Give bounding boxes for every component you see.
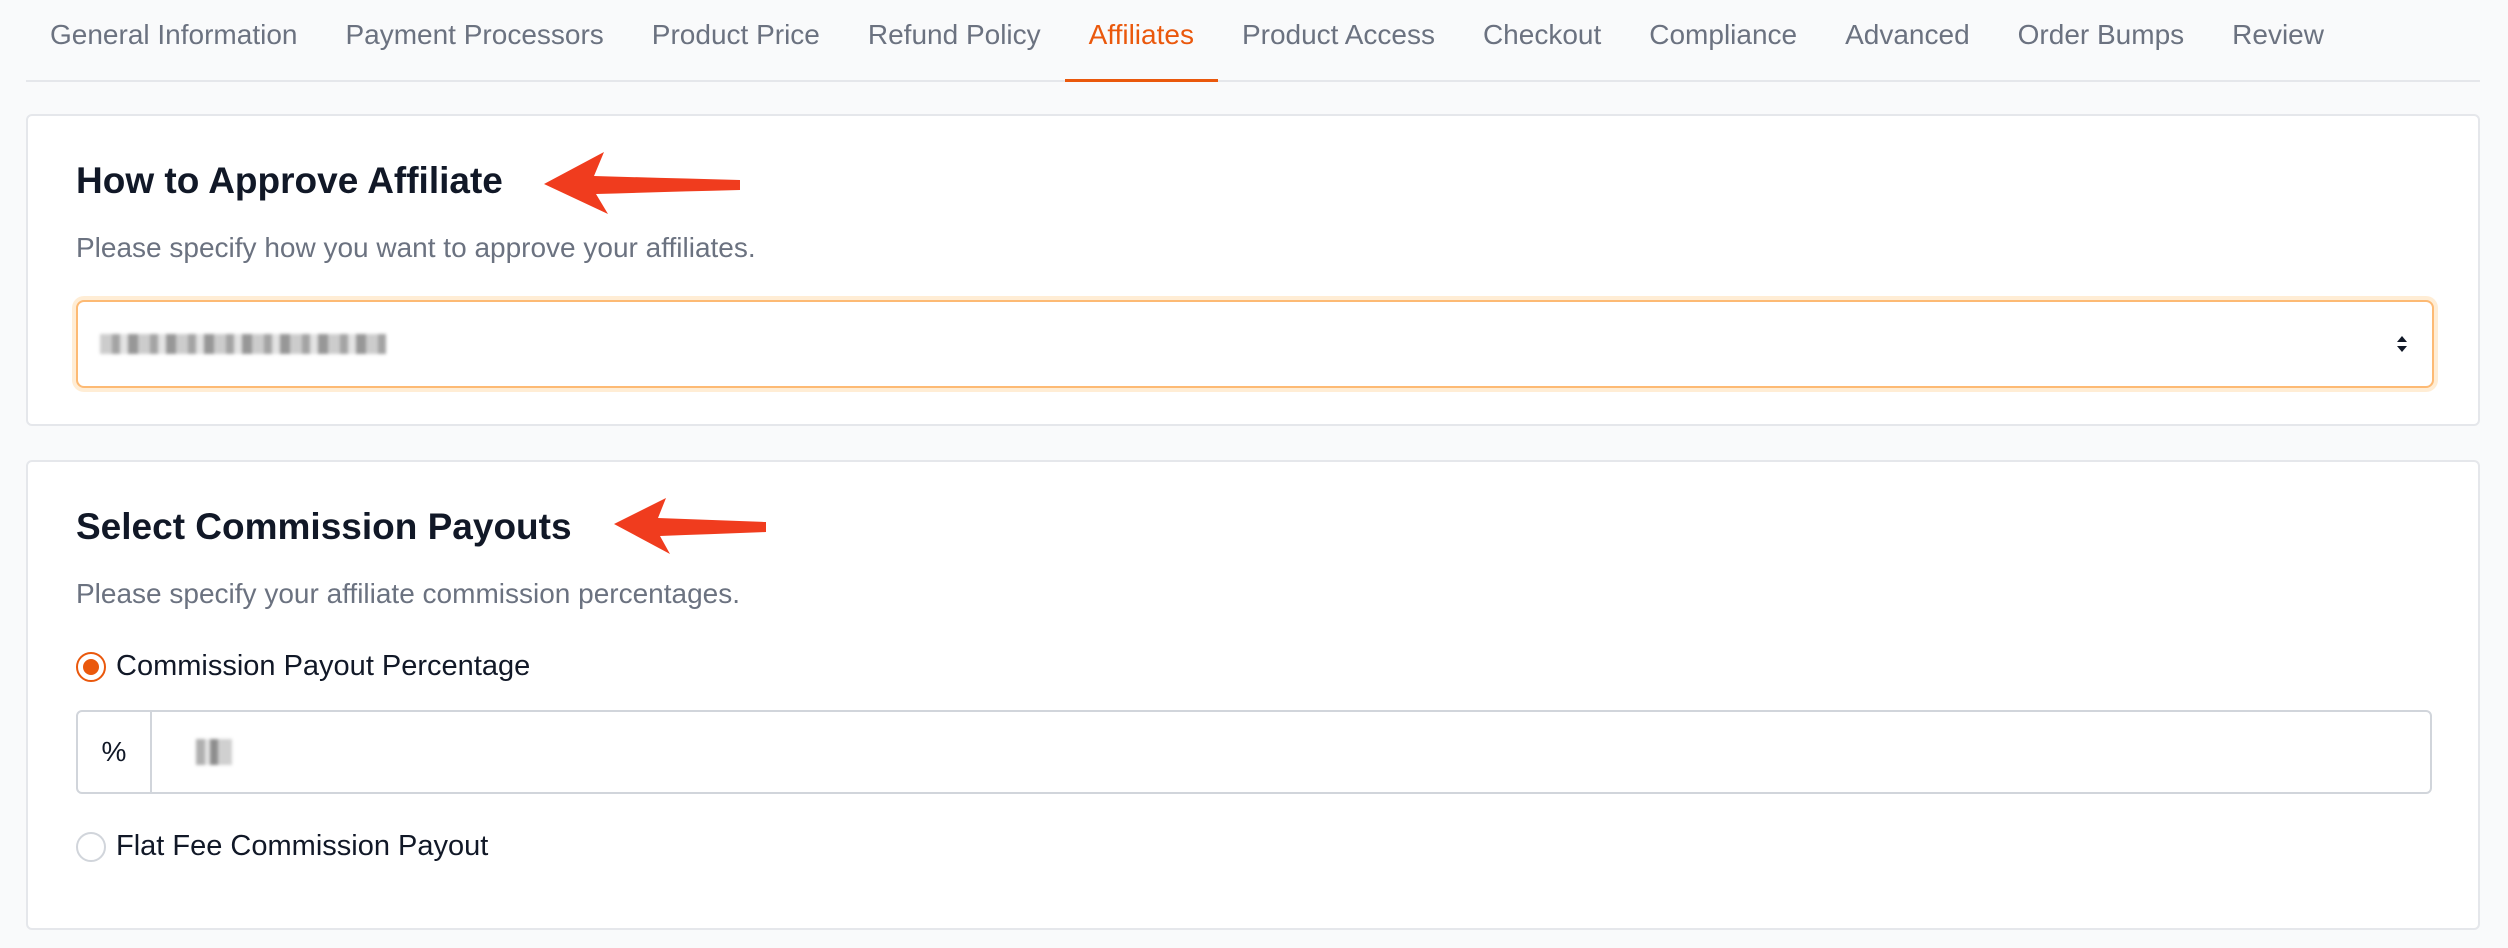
tab-payment-processors[interactable]: Payment Processors — [321, 0, 627, 80]
flat-fee-option[interactable]: Flat Fee Commission Payout — [76, 830, 488, 863]
annotation-arrow-icon — [544, 152, 740, 214]
tab-label: Product Access — [1241, 19, 1435, 50]
tab-refund-policy[interactable]: Refund Policy — [844, 0, 1065, 80]
radio-unchecked-icon[interactable] — [76, 831, 106, 862]
select-caret-icon — [2397, 336, 2407, 352]
commission-percentage-input[interactable] — [152, 712, 2430, 792]
tab-label: Compliance — [1649, 19, 1798, 50]
tab-label: Product Price — [651, 19, 820, 50]
tab-label: General Information — [50, 19, 298, 50]
redacted-text-icon — [196, 739, 232, 765]
tab-product-access[interactable]: Product Access — [1218, 0, 1459, 80]
tab-advanced[interactable]: Advanced — [1821, 0, 1994, 80]
tab-label: Payment Processors — [345, 19, 604, 50]
tab-label: Advanced — [1845, 19, 1970, 50]
tab-label: Checkout — [1482, 19, 1602, 50]
approve-affiliate-description: Please specify how you want to approve y… — [76, 232, 756, 263]
commission-payouts-title: Select Commission Payouts — [76, 506, 572, 547]
tab-label: Order Bumps — [2017, 19, 2185, 50]
commission-payouts-description: Please specify your affiliate commission… — [76, 578, 741, 609]
tab-order-bumps[interactable]: Order Bumps — [1994, 0, 2209, 80]
tab-product-price[interactable]: Product Price — [628, 0, 844, 80]
tab-label: Affiliates — [1088, 19, 1194, 50]
approve-affiliate-card: How to Approve Affiliate Please specify … — [26, 114, 2480, 426]
approve-affiliate-title: How to Approve Affiliate — [76, 160, 503, 201]
tab-general-information[interactable]: General Information — [26, 0, 321, 80]
tab-affiliates[interactable]: Affiliates — [1064, 0, 1219, 82]
tab-bar: General Information Payment Processors P… — [26, 0, 2480, 82]
tab-label: Review — [2232, 19, 2324, 50]
approve-method-select[interactable] — [76, 300, 2434, 388]
tab-compliance[interactable]: Compliance — [1625, 0, 1821, 80]
flat-fee-label: Flat Fee Commission Payout — [116, 830, 489, 862]
tab-review[interactable]: Review — [2208, 0, 2348, 80]
percent-addon: % — [78, 712, 152, 792]
commission-percentage-label: Commission Payout Percentage — [116, 650, 531, 682]
commission-payouts-card: Select Commission Payouts Please specify… — [26, 460, 2480, 930]
radio-checked-icon[interactable] — [76, 651, 106, 682]
annotation-arrow-icon — [614, 498, 766, 554]
redacted-text-icon — [100, 334, 386, 354]
commission-percentage-option[interactable]: Commission Payout Percentage — [76, 650, 530, 683]
tab-checkout[interactable]: Checkout — [1459, 0, 1625, 80]
commission-percentage-input-group: % — [76, 710, 2432, 794]
tab-label: Refund Policy — [867, 19, 1041, 50]
